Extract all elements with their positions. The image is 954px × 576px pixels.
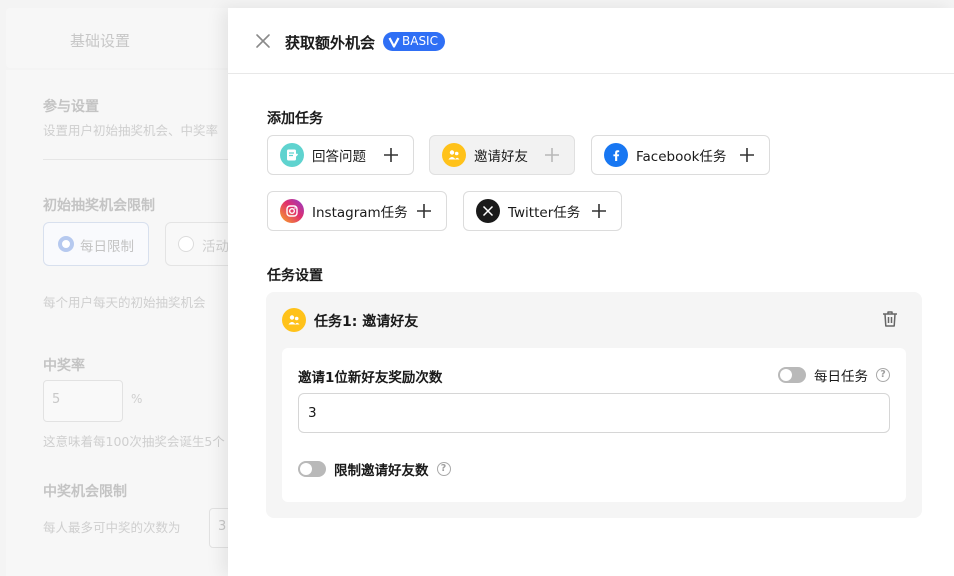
- win-limit-title: 中奖机会限制: [43, 484, 127, 500]
- task-panel-invite-friend: 任务1: 邀请好友 邀请1位新好友奖励次数 每日任务 ? 限制邀请好友数 ?: [266, 292, 922, 518]
- background-tab-bar: 基础设置: [6, 8, 254, 68]
- facebook-icon: [604, 143, 628, 167]
- task-panel-title: 任务1: 邀请好友: [314, 314, 419, 330]
- add-tasks-label: 添加任务: [267, 111, 323, 127]
- task-label: 邀请好友: [474, 149, 528, 165]
- basic-plan-badge: BASIC: [383, 32, 445, 51]
- question-icon: [280, 143, 304, 167]
- limit-invites-label: 限制邀请好友数: [334, 463, 429, 479]
- add-task-twitter[interactable]: Twitter任务: [463, 191, 622, 231]
- add-task-invite-friend[interactable]: 邀请好友: [429, 135, 575, 175]
- plus-icon: [740, 148, 754, 162]
- radio-daily-limit[interactable]: 每日限制: [43, 222, 149, 266]
- task-label: Twitter任务: [508, 205, 581, 221]
- drawer-title: 获取额外机会: [285, 34, 376, 52]
- instagram-icon: [280, 199, 304, 223]
- drawer-header: 获取额外机会 BASIC: [228, 8, 954, 74]
- limit-invites-toggle[interactable]: [298, 461, 326, 477]
- reward-count-label: 邀请1位新好友奖励次数: [298, 370, 443, 386]
- radio-unchecked-icon: [178, 236, 194, 252]
- limit-invites-toggle-group: 限制邀请好友数 ?: [298, 459, 451, 479]
- tab-basic-settings[interactable]: 基础设置: [70, 30, 130, 51]
- daily-task-toggle[interactable]: [778, 367, 806, 383]
- help-icon[interactable]: ?: [876, 368, 890, 382]
- task-label: Instagram任务: [312, 205, 408, 221]
- divider: [43, 159, 243, 160]
- win-rate-desc: 这意味着每100次抽奖会诞生5个: [43, 434, 225, 449]
- win-rate-input[interactable]: 5: [43, 380, 123, 422]
- win-rate-title: 中奖率: [43, 358, 85, 374]
- add-task-facebook[interactable]: Facebook任务: [591, 135, 770, 175]
- trash-icon[interactable]: [880, 309, 900, 329]
- add-task-answer-question[interactable]: 回答问题: [267, 135, 414, 175]
- add-task-instagram[interactable]: Instagram任务: [267, 191, 447, 231]
- task-settings-card: 邀请1位新好友奖励次数 每日任务 ? 限制邀请好友数 ?: [282, 348, 906, 502]
- plus-icon: [417, 204, 431, 218]
- daily-task-label: 每日任务: [814, 369, 868, 385]
- plus-icon: [384, 148, 398, 162]
- initial-limit-desc: 每个用户每天的初始抽奖机会: [43, 295, 206, 310]
- initial-limit-title: 初始抽奖机会限制: [43, 198, 155, 214]
- win-rate-unit: %: [131, 392, 143, 406]
- close-icon[interactable]: [254, 32, 272, 50]
- participation-desc: 设置用户初始抽奖机会、中奖率: [43, 123, 219, 138]
- invite-friend-icon: [442, 143, 466, 167]
- plus-icon: [545, 148, 559, 162]
- twitter-x-icon: [476, 199, 500, 223]
- task-settings-label: 任务设置: [267, 268, 323, 284]
- plus-icon: [592, 204, 606, 218]
- win-limit-desc: 每人最多可中奖的次数为: [43, 520, 181, 535]
- v-logo-icon: [388, 36, 400, 48]
- win-rate-value: 5: [52, 392, 61, 407]
- task-label: 回答问题: [312, 149, 366, 165]
- task-label: Facebook任务: [636, 149, 727, 165]
- badge-label: BASIC: [402, 34, 438, 48]
- help-icon[interactable]: ?: [436, 462, 451, 476]
- reward-count-input[interactable]: [298, 393, 890, 433]
- daily-task-toggle-group: 每日任务 ?: [778, 365, 890, 385]
- win-limit-value: 3: [218, 519, 227, 534]
- radio-daily-label: 每日限制: [80, 239, 134, 255]
- radio-checked-icon: [58, 236, 74, 252]
- extra-chance-drawer: 获取额外机会 BASIC 添加任务 回答问题 邀请好友 Facebook任务 I…: [228, 8, 954, 576]
- participation-title: 参与设置: [43, 99, 99, 115]
- invite-friend-icon: [282, 308, 306, 332]
- radio-activity-label: 活动: [202, 239, 229, 255]
